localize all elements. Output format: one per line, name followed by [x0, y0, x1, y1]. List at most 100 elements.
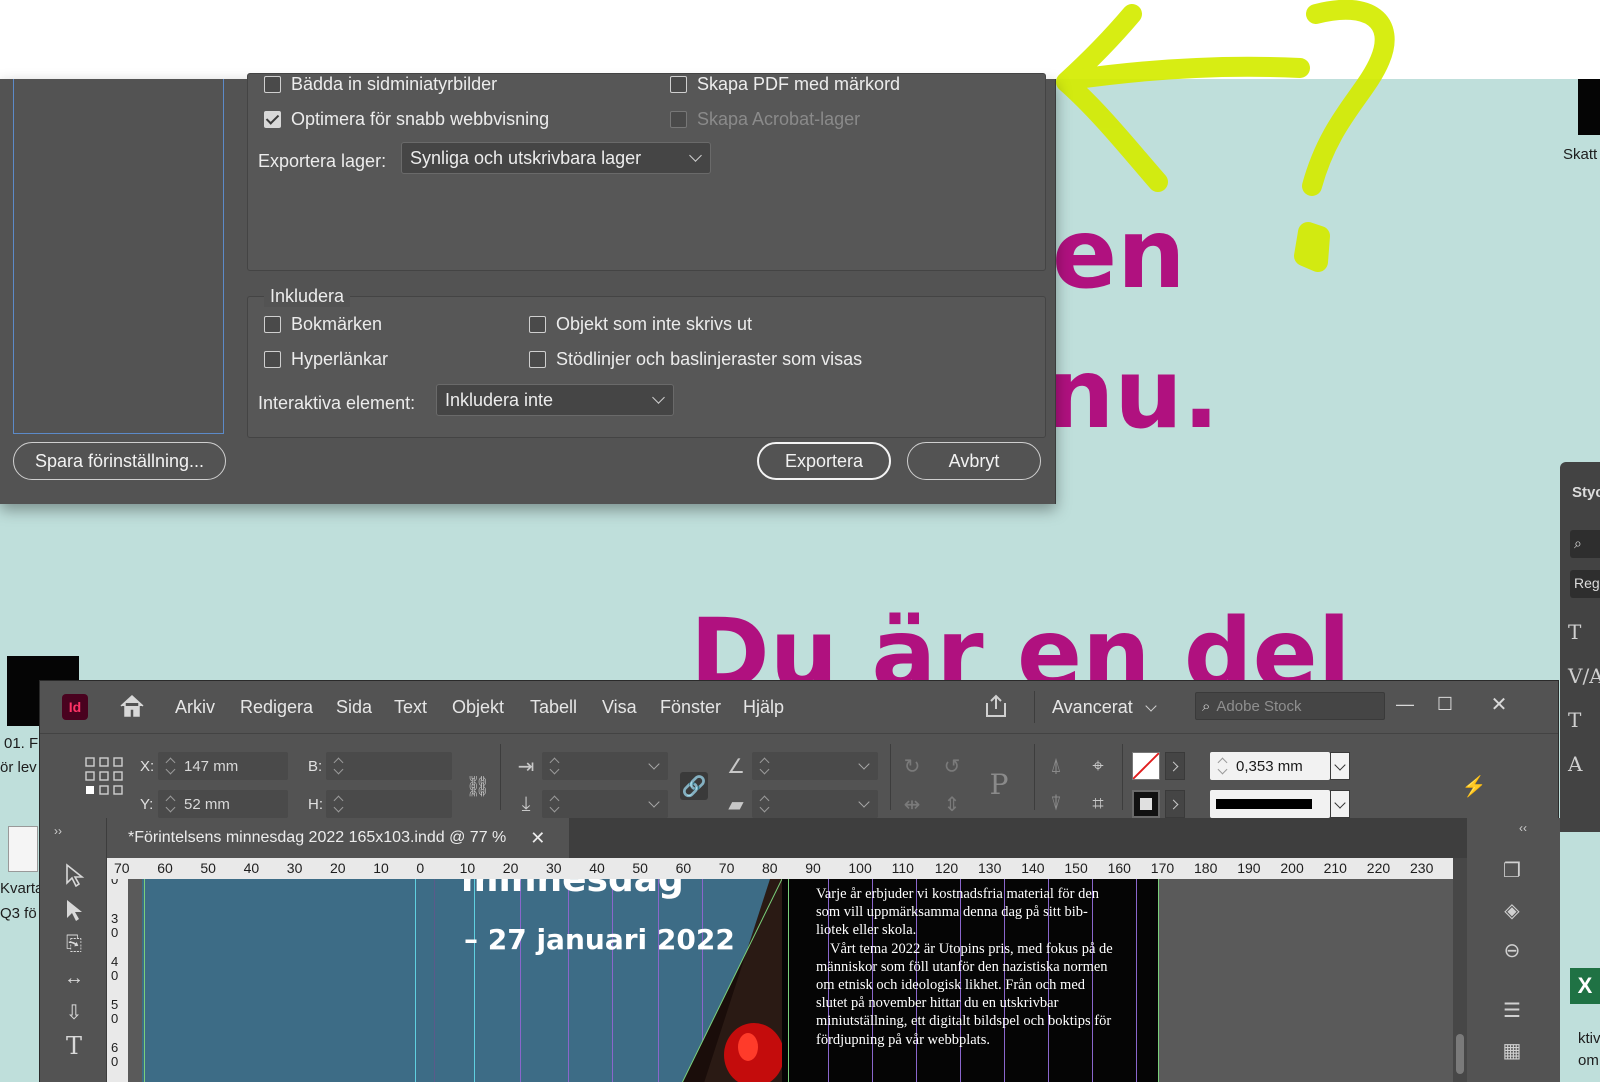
scale-y-field[interactable]	[542, 790, 668, 818]
stroke-weight-dropdown[interactable]	[1330, 752, 1350, 780]
panel-style-select[interactable]: Regula	[1570, 570, 1600, 598]
checkbox-tagged-pdf[interactable]: Skapa PDF med märkord	[670, 74, 900, 95]
y-position-field[interactable]: 52 mm	[158, 790, 288, 818]
save-preset-button[interactable]: Spara förinställning...	[13, 442, 226, 480]
stepper-icon[interactable]	[758, 756, 770, 776]
stepper-icon[interactable]	[1216, 756, 1228, 776]
rotation-field[interactable]	[752, 752, 878, 780]
checkbox-guides-grids[interactable]: Stödlinjer och baslinjeraster som visas	[529, 349, 862, 370]
stepper-icon[interactable]	[758, 794, 770, 814]
checkbox-box[interactable]	[529, 316, 546, 333]
stepper-icon[interactable]	[332, 756, 344, 776]
excel-icon[interactable]: X	[1570, 968, 1600, 1004]
stroke-type-field[interactable]	[1210, 790, 1330, 818]
horizontal-ruler[interactable]: 70 60 50 40 30 20 10 0 10 20 30 40 50 60 70 80 90 100 110 1…	[107, 858, 1467, 879]
flip-vertical-icon[interactable]: ⇕	[938, 790, 966, 818]
menu-text[interactable]: Text	[394, 697, 427, 718]
cancel-button[interactable]: Avbryt	[907, 442, 1041, 480]
stroke-menu-button[interactable]	[1165, 790, 1185, 818]
document-canvas[interactable]: minnesdag – 27 januari 2022 Varje år erb…	[128, 879, 1467, 1082]
scale-x-field[interactable]	[542, 752, 668, 780]
checkbox-hyperlinks[interactable]: Hyperlänkar	[264, 349, 388, 370]
constrain-proportions-icon[interactable]: ⛓	[464, 772, 492, 800]
home-icon[interactable]	[118, 692, 146, 720]
panel-tab-styles[interactable]: Stycl	[1572, 484, 1600, 501]
link-scale-icon[interactable]: 🔗	[680, 772, 708, 800]
checkbox-box[interactable]	[529, 351, 546, 368]
select-container-icon[interactable]: ⍋	[1042, 752, 1070, 780]
select-previous-icon[interactable]: ⍒	[1042, 790, 1070, 818]
scrollbar-thumb[interactable]	[1456, 1034, 1464, 1074]
stroke-swatch[interactable]	[1132, 790, 1160, 818]
flip-horizontal-icon[interactable]: ⇹	[898, 790, 926, 818]
workspace-switcher[interactable]: Avancerat	[1052, 697, 1157, 718]
vertical-scrollbar[interactable]	[1453, 858, 1467, 1082]
menu-visa[interactable]: Visa	[602, 697, 637, 718]
menu-arkiv[interactable]: Arkiv	[175, 697, 215, 718]
maximize-button[interactable]: ☐	[1430, 689, 1460, 719]
selection-tool-icon[interactable]	[60, 861, 88, 889]
checkbox-non-printing-objects[interactable]: Objekt som inte skrivs ut	[529, 314, 752, 335]
checkbox-box[interactable]	[264, 351, 281, 368]
vertical-ruler[interactable]: 0 30 40 50 60	[107, 879, 128, 1082]
shear-field[interactable]	[752, 790, 878, 818]
height-field[interactable]	[326, 790, 452, 818]
paragraph-icon[interactable]: P	[985, 768, 1013, 801]
rotate-ccw-icon[interactable]: ↺	[938, 752, 966, 780]
stepper-icon[interactable]	[164, 756, 176, 776]
page-date-text[interactable]: – 27 januari 2022	[464, 923, 735, 956]
collapse-dock-icon[interactable]: ‹‹	[1519, 821, 1527, 835]
menu-fonster[interactable]: Fönster	[660, 697, 721, 718]
stroke-panel-icon[interactable]: ☰	[1497, 996, 1527, 1024]
type-tool-icon[interactable]: T	[60, 1032, 88, 1060]
desktop-icon-document[interactable]	[8, 826, 38, 872]
interactive-elements-select[interactable]: Inkludera inte	[436, 384, 674, 416]
export-button[interactable]: Exportera	[757, 442, 891, 480]
export-layers-select[interactable]: Synliga och utskrivbara lager	[401, 142, 711, 174]
quick-apply-icon[interactable]: ⚡	[1460, 772, 1488, 800]
checkbox-bookmarks[interactable]: Bokmärken	[264, 314, 382, 335]
checkbox-fast-web-view[interactable]: Optimera för snabb webbvisning	[264, 109, 549, 130]
checkbox-box[interactable]	[264, 316, 281, 333]
menu-redigera[interactable]: Redigera	[240, 697, 313, 718]
panel-search-field[interactable]: ⌕	[1570, 530, 1600, 558]
desktop-icon-skatt[interactable]	[1578, 79, 1600, 135]
links-panel-icon[interactable]: ⊖	[1497, 936, 1527, 964]
photo-candle-image[interactable]	[682, 879, 782, 1082]
reference-point-icon[interactable]	[84, 756, 124, 796]
minimize-button[interactable]: —	[1390, 689, 1420, 719]
share-icon[interactable]	[983, 693, 1009, 719]
select-content-icon[interactable]: ⌖	[1084, 752, 1112, 780]
gap-tool-icon[interactable]: ↔	[60, 964, 88, 992]
page-tool-icon[interactable]: ⎘	[60, 930, 88, 958]
stroke-weight-field[interactable]: 0,353 mm	[1210, 752, 1330, 780]
checkbox-box[interactable]	[670, 76, 687, 93]
adobe-stock-search[interactable]: ⌕ Adobe Stock	[1195, 692, 1385, 720]
fill-none-swatch[interactable]	[1132, 752, 1160, 780]
direct-selection-tool-icon[interactable]	[60, 896, 88, 924]
select-next-icon[interactable]: ⌗	[1084, 790, 1112, 818]
menu-sida[interactable]: Sida	[336, 697, 372, 718]
stepper-icon[interactable]	[548, 756, 560, 776]
layers-panel-icon[interactable]: ◈	[1497, 896, 1527, 924]
swatches-panel-icon[interactable]: ▦	[1497, 1036, 1527, 1064]
fill-menu-button[interactable]	[1165, 752, 1185, 780]
rotate-cw-icon[interactable]: ↻	[898, 752, 926, 780]
width-field[interactable]	[326, 752, 452, 780]
x-position-field[interactable]: 147 mm	[158, 752, 288, 780]
checkbox-box[interactable]	[264, 76, 281, 93]
collapse-panel-icon[interactable]: ››	[54, 824, 62, 838]
stepper-icon[interactable]	[332, 794, 344, 814]
page-title-text[interactable]: minnesdag	[461, 879, 684, 900]
menu-objekt[interactable]: Objekt	[452, 697, 504, 718]
menu-tabell[interactable]: Tabell	[530, 697, 577, 718]
preset-list[interactable]	[13, 79, 224, 434]
content-collector-icon[interactable]: ⇩	[60, 998, 88, 1026]
page-body-text[interactable]: Varje år erbjuder vi kostnadsfria materi…	[816, 885, 1116, 1049]
stepper-icon[interactable]	[164, 794, 176, 814]
checkbox-box-checked[interactable]	[264, 111, 281, 128]
menu-hjalp[interactable]: Hjälp	[743, 697, 784, 718]
pages-panel-icon[interactable]: ❐	[1497, 856, 1527, 884]
stepper-icon[interactable]	[548, 794, 560, 814]
checkbox-embed-thumbnails[interactable]: Bädda in sidminiatyrbilder	[264, 74, 497, 95]
